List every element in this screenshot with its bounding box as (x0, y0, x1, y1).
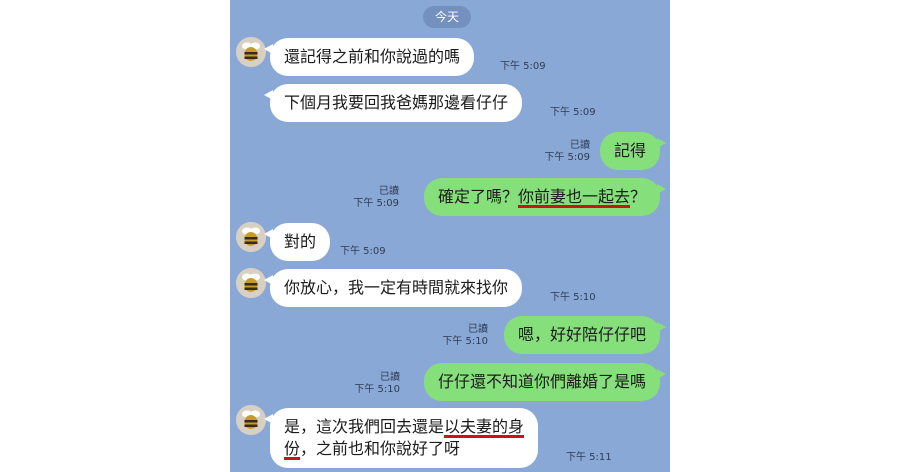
message-read-status: 已讀 下午 5:09 (544, 140, 590, 164)
message-text: 記得 (613, 141, 646, 160)
message-time: 下午 5:11 (566, 452, 612, 463)
message-text: 對的 (284, 232, 317, 251)
message-bubble-outgoing[interactable]: 確定了嗎？你前妻也一起去？ (423, 178, 667, 216)
bee-avatar-icon (236, 222, 266, 252)
message-time: 下午 5:09 (544, 152, 590, 163)
message-line-1: 是，這次我們回去還是以夫妻的身 (284, 416, 524, 438)
read-receipt: 已讀 (468, 324, 488, 335)
chat-area[interactable]: 今天 還記得之前和你說過的嗎 下午 5:09 下個月我要回我爸媽那邊看仔仔 下午… (230, 0, 670, 472)
message-text: 還記得之前和你說過的嗎 (284, 47, 461, 66)
message-bubble-outgoing[interactable]: 仔仔還不知道你們離婚了是嗎 (423, 363, 667, 401)
message-bubble-incoming[interactable]: 是，這次我們回去還是以夫妻的身 份，之前也和你說好了呀 (263, 408, 539, 468)
message-text: 下個月我要回我爸媽那邊看仔仔 (284, 93, 509, 112)
message-read-status: 已讀 下午 5:10 (354, 372, 400, 396)
message-text: ，之前也和你說好了呀 (300, 439, 461, 458)
message-time: 下午 5:10 (442, 336, 488, 347)
message-text: 是，這次我們回去還是 (284, 417, 445, 436)
message-time: 下午 5:09 (550, 107, 596, 118)
contact-avatar[interactable] (236, 268, 266, 298)
message-bubble-incoming[interactable]: 還記得之前和你說過的嗎 (263, 38, 475, 76)
message-read-status: 已讀 下午 5:09 (353, 186, 399, 210)
message-text: 你放心，我一定有時間就來找你 (284, 278, 509, 297)
message-time: 下午 5:09 (500, 61, 546, 72)
highlighted-text: 以夫妻的身 (444, 417, 525, 436)
message-bubble-incoming[interactable]: 你放心，我一定有時間就來找你 (263, 269, 523, 307)
message-text: ？ (629, 187, 646, 206)
date-separator: 今天 (423, 6, 472, 28)
message-bubble-incoming[interactable]: 下個月我要回我爸媽那邊看仔仔 (263, 84, 523, 122)
message-bubble-incoming[interactable]: 對的 (263, 223, 331, 261)
read-receipt: 已讀 (570, 140, 590, 151)
contact-avatar[interactable] (236, 405, 266, 435)
bee-avatar-icon (236, 405, 266, 435)
read-receipt: 已讀 (380, 372, 400, 383)
message-read-status: 已讀 下午 5:10 (442, 324, 488, 348)
message-bubble-outgoing[interactable]: 記得 (599, 132, 667, 170)
contact-avatar[interactable] (236, 37, 266, 67)
message-time: 下午 5:09 (340, 246, 386, 257)
bee-avatar-icon (236, 268, 266, 298)
highlighted-text: 份 (284, 439, 301, 458)
read-receipt: 已讀 (379, 186, 399, 197)
highlighted-text: 你前妻也一起去 (517, 187, 630, 206)
message-time: 下午 5:10 (354, 384, 400, 395)
message-text: 仔仔還不知道你們離婚了是嗎 (437, 372, 646, 391)
message-text: 確定了嗎？ (437, 187, 518, 206)
contact-avatar[interactable] (236, 222, 266, 252)
bee-avatar-icon (236, 37, 266, 67)
message-time: 下午 5:09 (353, 198, 399, 209)
message-text: 嗯，好好陪仔仔吧 (517, 325, 646, 344)
message-bubble-outgoing[interactable]: 嗯，好好陪仔仔吧 (503, 316, 667, 354)
message-line-2: 份，之前也和你說好了呀 (284, 438, 524, 460)
message-time: 下午 5:10 (550, 292, 596, 303)
